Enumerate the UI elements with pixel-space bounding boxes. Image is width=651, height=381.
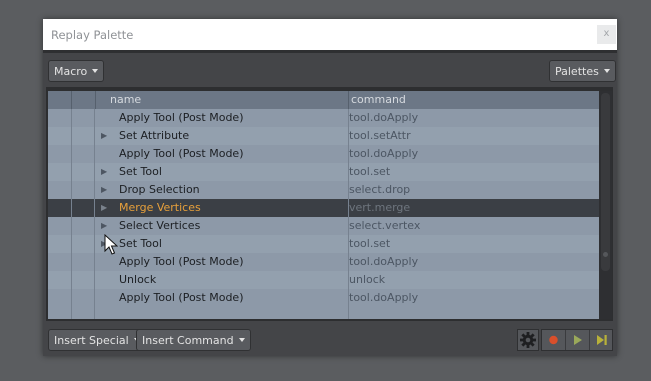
column-divider xyxy=(71,109,72,319)
step-forward-button[interactable] xyxy=(590,330,613,350)
table-row[interactable]: Apply Tool (Post Mode) tool.doApply xyxy=(48,145,599,163)
play-icon xyxy=(574,335,582,345)
row-command: select.vertex xyxy=(349,219,421,232)
chevron-down-icon xyxy=(92,69,99,73)
list-header: name command xyxy=(48,91,599,109)
macro-dropdown[interactable]: Macro xyxy=(48,60,105,82)
row-name: Apply Tool (Post Mode) xyxy=(119,255,244,268)
title-bar[interactable]: Replay Palette x xyxy=(43,19,617,50)
replay-palette-window: Replay Palette x Macro Palettes name com… xyxy=(43,19,617,356)
settings-button[interactable] xyxy=(517,329,539,351)
scrollbar-thumb[interactable] xyxy=(601,93,610,271)
table-row[interactable]: Unlock unlock xyxy=(48,271,599,289)
row-name: Set Attribute xyxy=(119,129,190,142)
insert-special-dropdown[interactable]: Insert Special xyxy=(48,329,146,351)
vertical-scrollbar[interactable] xyxy=(599,91,612,319)
insert-special-label: Insert Special xyxy=(54,334,129,347)
scrollbar-grip-icon xyxy=(603,252,608,257)
row-command: tool.set xyxy=(349,165,391,178)
palettes-dropdown-label: Palettes xyxy=(555,65,599,78)
expand-arrow-icon[interactable]: ▶ xyxy=(101,127,107,145)
row-command: tool.doApply xyxy=(349,291,419,304)
row-name: Apply Tool (Post Mode) xyxy=(119,291,244,304)
record-button[interactable] xyxy=(542,330,566,350)
table-row[interactable]: ▶ Set Attribute tool.setAttr xyxy=(48,127,599,145)
play-button[interactable] xyxy=(566,330,590,350)
expand-arrow-icon[interactable]: ▶ xyxy=(101,181,107,199)
header-col-2[interactable] xyxy=(71,91,95,109)
record-icon xyxy=(549,335,558,345)
row-name: Drop Selection xyxy=(119,183,200,196)
row-name: Unlock xyxy=(119,273,157,286)
table-row[interactable]: Apply Tool (Post Mode) tool.doApply xyxy=(48,289,599,307)
row-command: tool.doApply xyxy=(349,147,419,160)
mouse-cursor-icon xyxy=(104,234,118,255)
row-command: vert.merge xyxy=(349,201,411,214)
expand-arrow-icon[interactable]: ▶ xyxy=(101,163,107,181)
row-name: Apply Tool (Post Mode) xyxy=(119,147,244,160)
row-name: Select Vertices xyxy=(119,219,201,232)
column-divider xyxy=(94,109,95,319)
table-row[interactable]: ▶ Set Tool tool.set xyxy=(48,163,599,181)
row-name: Set Tool xyxy=(119,165,162,178)
header-command[interactable]: command xyxy=(348,91,599,109)
close-button[interactable]: x xyxy=(597,25,616,44)
row-command: unlock xyxy=(349,273,386,286)
row-command: tool.doApply xyxy=(349,111,419,124)
row-command: tool.doApply xyxy=(349,255,419,268)
row-name: Merge Vertices xyxy=(119,201,201,214)
insert-command-label: Insert Command xyxy=(142,334,234,347)
expand-arrow-icon[interactable]: ▶ xyxy=(101,199,107,217)
header-col-1[interactable] xyxy=(48,91,71,109)
list-rows: Apply Tool (Post Mode) tool.doApply ▶ Set A… xyxy=(48,109,599,319)
chevron-down-icon xyxy=(603,69,610,73)
top-toolbar: Macro Palettes xyxy=(43,53,617,87)
bottom-toolbar: Insert Special Insert Command xyxy=(43,321,617,356)
row-name: Set Tool xyxy=(119,237,162,250)
row-command: select.drop xyxy=(349,183,411,196)
macro-dropdown-label: Macro xyxy=(54,65,88,78)
macro-list: name command Apply Tool (Post Mode) tool.… xyxy=(46,87,613,321)
table-row[interactable]: ▶ Merge Vertices vert.merge xyxy=(48,199,599,217)
step-forward-icon xyxy=(597,335,607,345)
playback-controls xyxy=(541,329,613,351)
window-title: Replay Palette xyxy=(51,28,134,42)
table-row[interactable]: Apply Tool (Post Mode) tool.doApply xyxy=(48,109,599,127)
table-row[interactable]: ▶ Drop Selection select.drop xyxy=(48,181,599,199)
gear-icon xyxy=(520,332,536,348)
header-name-label: name xyxy=(110,93,142,106)
expand-arrow-icon[interactable]: ▶ xyxy=(101,217,107,235)
insert-command-dropdown[interactable]: Insert Command xyxy=(136,329,251,351)
table-row[interactable]: Apply Tool (Post Mode) tool.doApply xyxy=(48,253,599,271)
table-row[interactable]: ▶ Set Tool tool.set xyxy=(48,235,599,253)
column-divider xyxy=(348,109,349,319)
palettes-dropdown[interactable]: Palettes xyxy=(549,60,616,82)
table-row[interactable]: ▶ Select Vertices select.vertex xyxy=(48,217,599,235)
header-command-label: command xyxy=(351,93,406,106)
chevron-down-icon xyxy=(238,338,245,342)
row-command: tool.set xyxy=(349,237,391,250)
row-name: Apply Tool (Post Mode) xyxy=(119,111,244,124)
header-name[interactable]: name xyxy=(95,91,348,109)
row-command: tool.setAttr xyxy=(349,129,411,142)
